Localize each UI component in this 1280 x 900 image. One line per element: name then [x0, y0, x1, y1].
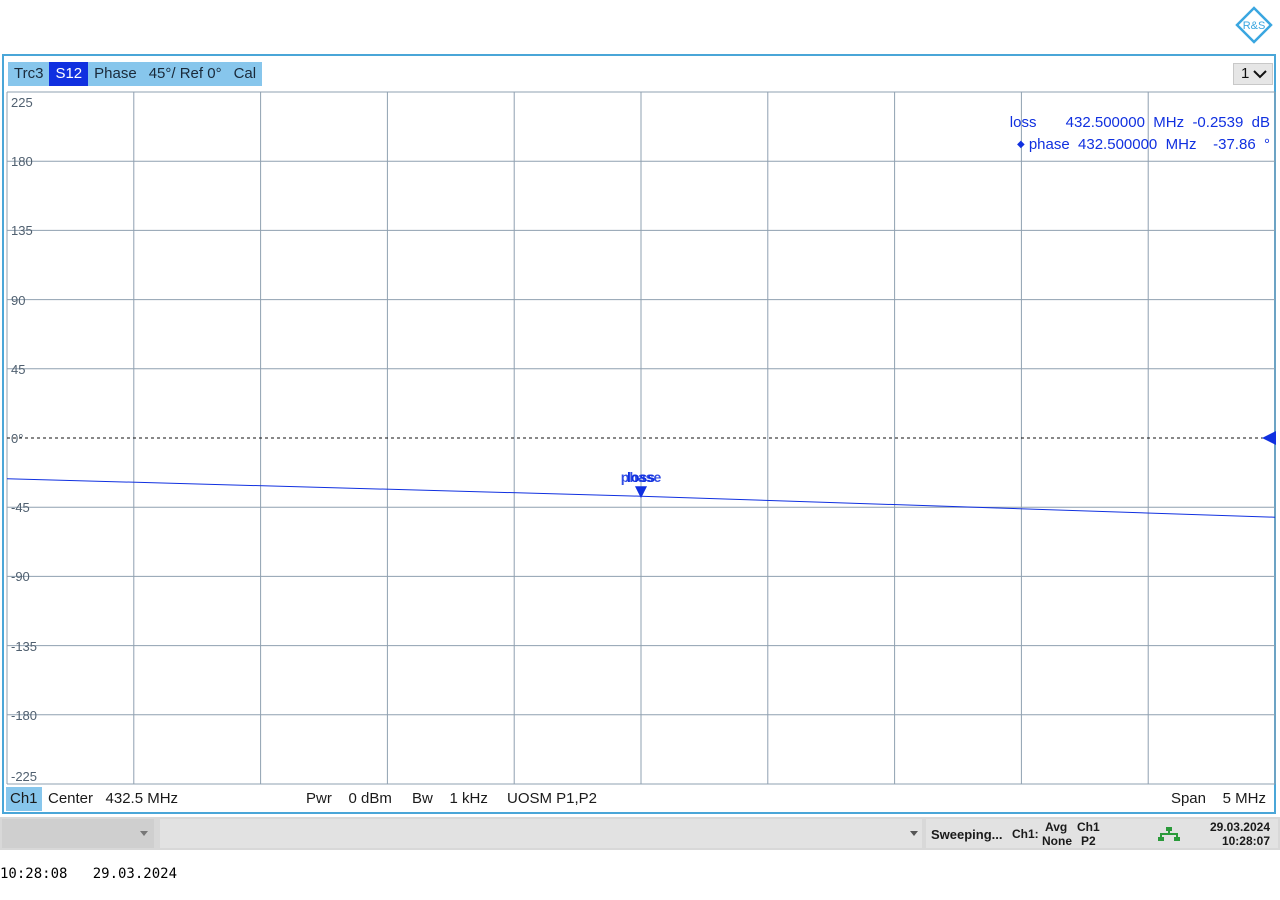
y-tick-label: 180 — [11, 154, 33, 170]
status-channel-label: Ch1: — [1012, 827, 1039, 841]
channel-bar: Ch1 Center 432.5 MHz Pwr 0 dBm Bw 1 kHz … — [4, 787, 1274, 811]
y-tick-label: 0° — [11, 431, 24, 446]
power-level[interactable]: Pwr 0 dBm — [306, 787, 392, 811]
status-port: P2 — [1081, 834, 1096, 848]
network-icon — [1158, 827, 1180, 841]
marker-freq: 432.500000 MHz — [1078, 136, 1197, 153]
marker-value: -37.86 ° — [1213, 136, 1270, 153]
info-area — [160, 819, 922, 848]
channel-label[interactable]: Ch1 — [6, 787, 42, 811]
marker-label: phase — [621, 469, 662, 485]
y-tick-label: -45 — [11, 500, 30, 516]
y-tick-label: -225 — [11, 769, 38, 784]
status-channel: Ch1 — [1077, 820, 1100, 834]
status-area: Sweeping... Ch1: Avg None Ch1 P2 29.03.2… — [926, 819, 1278, 848]
y-tick-label: -135 — [11, 638, 38, 654]
span[interactable]: Span 5 MHz — [1171, 787, 1266, 811]
status-bar: Sweeping... Ch1: Avg None Ch1 P2 29.03.2… — [0, 817, 1280, 850]
center-freq[interactable]: Center 432.5 MHz — [48, 787, 178, 811]
dropdown-arrow-icon[interactable] — [910, 831, 918, 837]
status-time: 10:28:07 — [1221, 834, 1270, 848]
reference-level-arrow — [1262, 431, 1276, 445]
status-date: 29.03.2024 — [1209, 820, 1270, 834]
y-tick-label: 45 — [11, 361, 26, 377]
sweep-status: Sweeping... — [931, 827, 1003, 842]
y-tick-label: -90 — [11, 569, 30, 585]
y-tick-label: 225 — [11, 95, 33, 110]
active-marker-icon: ◆ — [1016, 139, 1025, 150]
y-tick-label: -180 — [11, 707, 38, 723]
marker-row-phase: ◆ phase 432.500000 MHz -37.86 ° — [1009, 119, 1270, 153]
dropdown-arrow-icon[interactable] — [140, 831, 148, 837]
y-tick-label: 90 — [11, 292, 26, 308]
print-timestamp: 10:28:08 29.03.2024 — [0, 866, 178, 882]
avg-label: Avg — [1045, 820, 1068, 834]
calibration-type[interactable]: UOSM P1,P2 — [507, 787, 597, 811]
softkey-area[interactable] — [2, 819, 154, 848]
y-tick-label: 135 — [11, 223, 33, 239]
marker-name: phase — [1028, 136, 1070, 153]
bandwidth[interactable]: Bw 1 kHz — [412, 787, 488, 811]
avg-value: None — [1042, 834, 1072, 848]
